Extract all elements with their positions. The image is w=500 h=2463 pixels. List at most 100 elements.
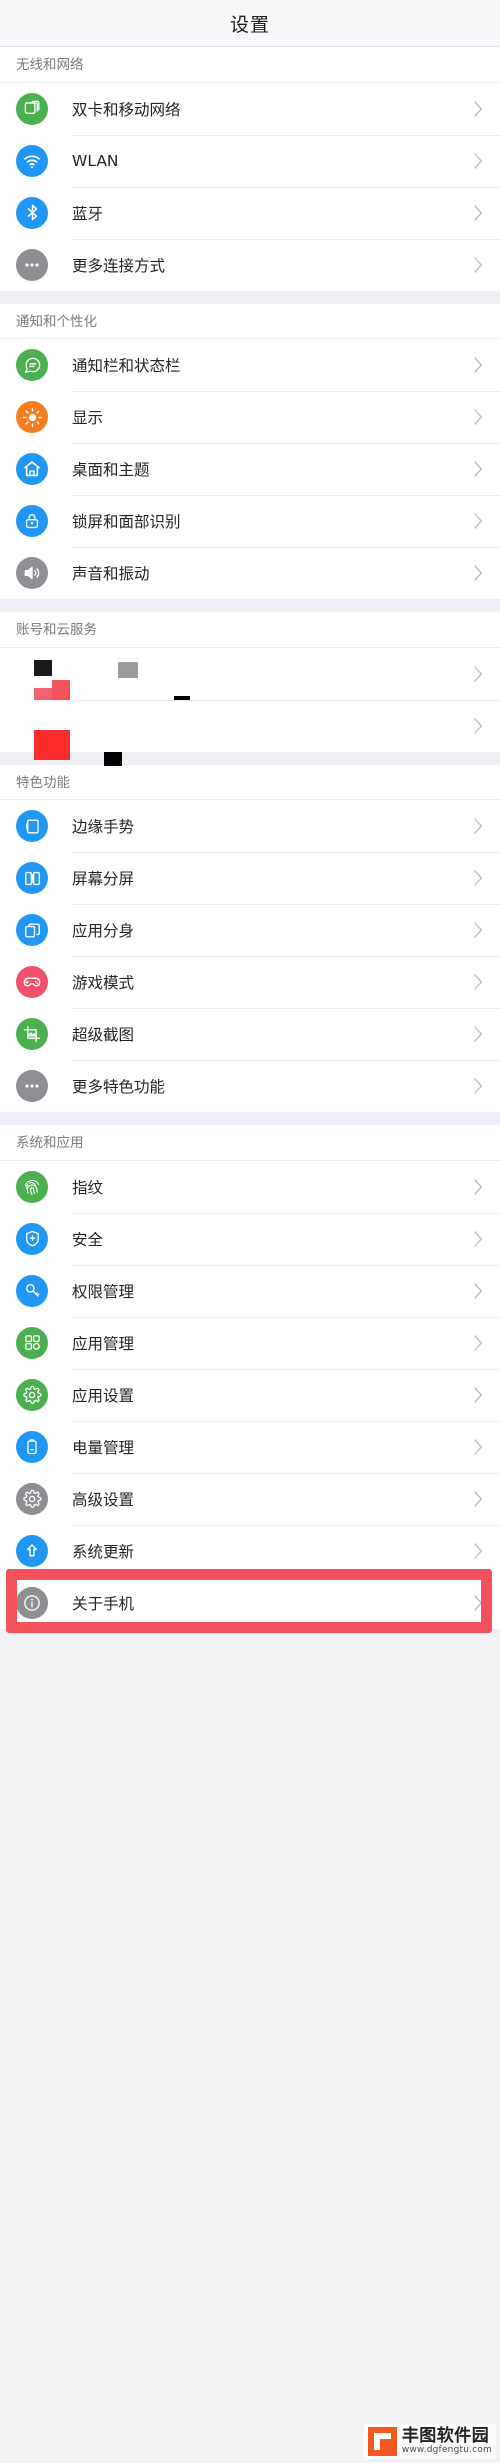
chevron-right-icon [473, 152, 484, 170]
chevron-right-icon [473, 973, 484, 991]
chevron-right-icon [473, 512, 484, 530]
settings-row-system-2[interactable]: 权限管理 [0, 1264, 500, 1317]
settings-row-notification-3[interactable]: 锁屏和面部识别 [0, 495, 500, 547]
chevron-right-icon [473, 1438, 484, 1456]
app-manage-icon [16, 1326, 48, 1359]
watermark-name: 丰图软件园 [401, 2425, 490, 2446]
settings-row-label: 屏幕分屏 [72, 870, 135, 888]
chevron-right-icon [473, 665, 484, 683]
settings-row-label: 边缘手势 [72, 818, 135, 836]
section-divider [0, 290, 500, 304]
edge-gesture-icon [16, 810, 48, 842]
settings-row-label: 更多连接方式 [72, 256, 166, 275]
battery-icon [16, 1430, 48, 1463]
redaction-block [52, 679, 70, 700]
chevron-right-icon [473, 1386, 484, 1404]
settings-row-label: 蓝牙 [72, 204, 104, 223]
brightness-sun-icon [16, 401, 48, 433]
chevron-right-icon [473, 1077, 484, 1095]
wifi-icon [16, 144, 48, 177]
chevron-right-icon [473, 1178, 484, 1196]
settings-row-label: 声音和振动 [72, 565, 150, 583]
chevron-right-icon [473, 460, 484, 478]
section-header-features: 特色功能 [0, 764, 500, 800]
section-divider [0, 751, 500, 765]
speaker-volume-icon [16, 557, 48, 589]
section-header-system: 系统和应用 [0, 1125, 500, 1161]
settings-row-system-6[interactable]: 高级设置 [0, 1472, 500, 1525]
settings-row-wireless-2[interactable]: 蓝牙 [0, 186, 500, 239]
section-header-notification: 通知和个性化 [0, 303, 500, 339]
chevron-right-icon [473, 921, 484, 939]
settings-row-notification-4[interactable]: 声音和振动 [0, 547, 500, 599]
settings-row-wireless-3[interactable]: 更多连接方式 [0, 238, 500, 291]
settings-row-system-8[interactable]: 关于手机 [0, 1576, 500, 1629]
redaction-block [34, 729, 70, 760]
chevron-right-icon [473, 408, 484, 426]
chevron-right-icon [473, 1542, 484, 1560]
redaction-block [104, 751, 122, 766]
lock-icon [16, 505, 48, 537]
screenshot-crop-icon [16, 1018, 48, 1050]
chevron-right-icon [473, 564, 484, 582]
settings-row-label: 权限管理 [72, 1282, 135, 1301]
app-clone-icon [16, 914, 48, 946]
watermark-url: www.dgfengtu.com [401, 2444, 492, 2455]
section-divider [0, 599, 500, 612]
settings-row-system-0[interactable]: 指纹 [0, 1160, 500, 1213]
settings-row-system-7[interactable]: 系统更新 [0, 1524, 500, 1577]
page-title: 设置 [229, 13, 270, 36]
chevron-right-icon [473, 356, 484, 374]
settings-scroll-area[interactable]: 无线和网络 双卡和移动网络 WLAN 蓝牙 更多连接方式 通知和个性化 通知栏和状态栏 显示桌… [0, 47, 500, 1633]
chat-bubble-icon [16, 349, 48, 381]
more-dots-icon [16, 1070, 48, 1102]
chevron-right-icon [473, 204, 484, 222]
settings-row-label: 应用分身 [72, 922, 135, 940]
settings-group-account [0, 647, 500, 766]
title-bar: 设置 [0, 0, 500, 47]
settings-row-label: 电量管理 [72, 1438, 135, 1457]
settings-row-wireless-0[interactable]: 双卡和移动网络 [0, 82, 500, 135]
shield-plus-icon [16, 1222, 48, 1255]
settings-row-features-2[interactable]: 应用分身 [0, 904, 500, 956]
settings-row-label: 锁屏和面部识别 [72, 513, 181, 531]
permission-key-icon [16, 1274, 48, 1307]
settings-row-system-5[interactable]: 电量管理 [0, 1420, 500, 1473]
table-row[interactable] [0, 647, 500, 722]
settings-row-label: 双卡和移动网络 [72, 100, 181, 119]
chevron-right-icon [473, 1490, 484, 1508]
table-row[interactable] [0, 699, 500, 766]
settings-row-features-5[interactable]: 更多特色功能 [0, 1060, 500, 1112]
settings-group-notification: 通知栏和状态栏显示桌面和主题锁屏和面部识别 声音和振动 [0, 339, 500, 599]
fingerprint-icon [16, 1170, 48, 1203]
gear-icon [16, 1378, 48, 1411]
settings-row-label: 高级设置 [72, 1490, 135, 1509]
settings-row-features-0[interactable]: 边缘手势 [0, 800, 500, 852]
settings-row-wireless-1[interactable]: WLAN [0, 134, 500, 187]
settings-row-notification-2[interactable]: 桌面和主题 [0, 443, 500, 495]
settings-row-features-1[interactable]: 屏幕分屏 [0, 852, 500, 904]
settings-row-label: 超级截图 [72, 1026, 135, 1044]
settings-row-system-3[interactable]: 应用管理 [0, 1316, 500, 1369]
highlighted-row-wrapper: 关于手机 [0, 1568, 500, 1633]
redaction-block [118, 661, 138, 678]
sim-card-icon [16, 92, 48, 125]
settings-row-system-1[interactable]: 安全 [0, 1212, 500, 1265]
settings-row-features-4[interactable]: 超级截图 [0, 1008, 500, 1060]
chevron-right-icon [473, 817, 484, 835]
chevron-right-icon [473, 256, 484, 274]
settings-row-notification-0[interactable]: 通知栏和状态栏 [0, 339, 500, 391]
settings-row-label: 安全 [72, 1230, 104, 1249]
section-divider [0, 1112, 500, 1125]
chevron-right-icon [473, 869, 484, 887]
info-circle-icon [16, 1586, 48, 1619]
settings-row-features-3[interactable]: 游戏模式 [0, 956, 500, 1008]
chevron-right-icon [473, 1025, 484, 1043]
chevron-right-icon [473, 1230, 484, 1248]
settings-row-system-4[interactable]: 应用设置 [0, 1368, 500, 1421]
settings-row-label: 显示 [72, 409, 104, 427]
arrow-up-circle-icon [16, 1534, 48, 1567]
bluetooth-icon [16, 196, 48, 229]
chevron-right-icon [473, 1334, 484, 1352]
settings-row-notification-1[interactable]: 显示 [0, 391, 500, 443]
